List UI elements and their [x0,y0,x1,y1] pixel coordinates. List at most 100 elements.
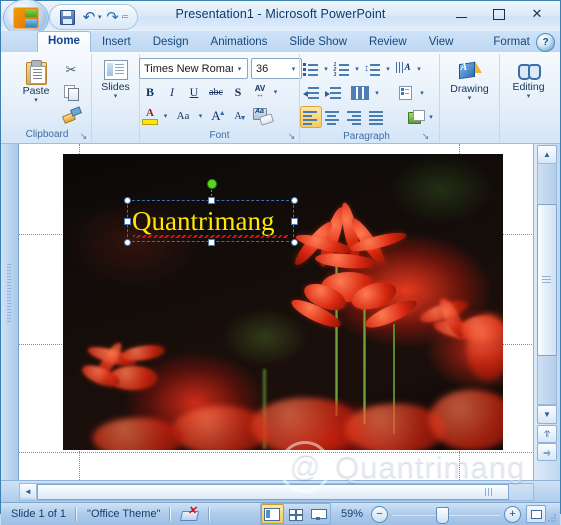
grow-font-button[interactable]: A ▲ [205,105,227,127]
view-normal-button[interactable] [260,504,284,524]
bullets-button[interactable] [300,58,322,80]
shrink-font-button[interactable]: A ▼ [227,105,249,127]
zoom-level-label[interactable]: 59% [333,508,371,520]
selected-textbox[interactable]: Quantrimang [124,179,298,246]
font-name-input[interactable]: Times New Roman ▾ [139,58,248,79]
tab-review[interactable]: Review [358,32,418,52]
help-icon[interactable]: ? [536,33,555,52]
close-button[interactable]: ✕ [518,3,556,25]
zoom-out-button[interactable]: − [371,505,388,523]
convert-smartart-dropdown-icon[interactable]: ▾ [427,113,436,121]
line-spacing-button[interactable]: ↕ [362,58,384,80]
font-name-dropdown-icon[interactable]: ▾ [233,65,246,73]
bold-button[interactable]: B [139,81,161,103]
handle-bottom-center[interactable] [208,239,215,246]
align-left-button[interactable] [299,106,322,128]
rotate-handle[interactable] [206,179,217,189]
scroll-left-button[interactable]: ◄ [20,484,37,498]
align-right-button[interactable] [344,106,366,128]
spellcheck-button[interactable]: ✕ [171,505,209,523]
cut-button[interactable]: ✂ [60,59,82,81]
copy-button[interactable] [60,81,82,103]
underline-button[interactable]: U [183,81,205,103]
convert-smartart-button[interactable] [405,106,427,128]
slide-canvas[interactable]: Quantrimang [63,154,503,450]
increase-indent-button[interactable] [322,82,344,104]
handle-top-center[interactable] [208,197,215,204]
view-sorter-button[interactable] [284,504,307,524]
align-text-button[interactable] [396,82,418,104]
slides-pane-collapsed[interactable] [1,144,19,480]
text-direction-button[interactable]: A [393,58,415,80]
tab-slide-show[interactable]: Slide Show [278,32,358,52]
format-painter-button[interactable] [60,103,82,125]
slides-dropdown-icon[interactable]: ▾ [114,93,118,100]
horizontal-scrollbar[interactable]: ◄ [19,483,534,501]
next-slide-button[interactable]: ⥤ [537,443,557,461]
handle-middle-right[interactable] [291,218,298,225]
scroll-down-button[interactable]: ▼ [537,405,557,424]
fit-to-window-button[interactable] [526,505,546,523]
tab-insert[interactable]: Insert [91,32,142,52]
character-spacing-dropdown-icon[interactable]: ▾ [271,88,280,96]
tab-format[interactable]: Format [482,32,540,52]
font-size-input[interactable]: 36 ▾ [251,58,302,79]
zoom-slider-thumb[interactable] [436,506,449,524]
resize-grip[interactable] [547,513,558,524]
maximize-button[interactable] [480,3,518,25]
numbering-dropdown-icon[interactable]: ▾ [353,65,362,73]
italic-button[interactable]: I [161,81,183,103]
align-text-dropdown-icon[interactable]: ▾ [418,89,427,97]
paste-dropdown-icon[interactable]: ▾ [34,97,38,104]
columns-dropdown-icon[interactable]: ▾ [373,89,382,97]
vscroll-thumb[interactable] [537,204,557,356]
handle-top-right[interactable] [291,197,298,204]
character-spacing-button[interactable]: AV ↔ [249,81,271,103]
ribbon: Paste ▾ ✂ Clipboard ↘ Slides ▾ Times New… [1,52,560,144]
previous-slide-button[interactable]: ⥣ [537,425,557,443]
font-dialog-launcher[interactable]: ↘ [286,131,297,142]
editing-dropdown-icon[interactable]: ▾ [527,93,531,100]
slide-count-label: Slide 1 of 1 [11,508,67,520]
columns-button[interactable] [347,82,373,104]
decrease-indent-button[interactable] [300,82,322,104]
paste-button[interactable]: Paste ▾ [12,58,60,106]
textbox-text[interactable]: Quantrimang [132,205,274,237]
change-case-dropdown-icon[interactable]: ▾ [196,112,205,120]
tab-animations[interactable]: Animations [200,32,279,52]
theme-label[interactable]: "Office Theme" [77,505,170,523]
clear-formatting-button[interactable]: Aa [251,105,273,127]
handle-middle-left[interactable] [124,218,131,225]
editing-button[interactable]: Editing ▾ [505,58,553,102]
slides-button[interactable]: Slides ▾ [92,58,140,102]
zoom-in-button[interactable]: + [504,505,521,523]
bullets-dropdown-icon[interactable]: ▾ [322,65,331,73]
strikethrough-button[interactable]: abc [205,81,227,103]
handle-bottom-left[interactable] [124,239,131,246]
zoom-slider[interactable] [392,506,500,524]
justify-button[interactable] [366,106,388,128]
drawing-button[interactable]: A Drawing ▾ [446,58,494,104]
handle-top-left[interactable] [124,197,131,204]
tab-design[interactable]: Design [142,32,200,52]
text-shadow-button[interactable]: S [227,81,249,103]
paragraph-dialog-launcher[interactable]: ↘ [420,131,431,142]
line-spacing-dropdown-icon[interactable]: ▾ [384,65,393,73]
font-color-button[interactable]: A [139,105,161,127]
align-center-button[interactable] [322,106,344,128]
tab-home[interactable]: Home [37,31,91,52]
drawing-dropdown-icon[interactable]: ▾ [468,95,472,102]
slide-editing-area[interactable]: Quantrimang [19,144,534,480]
tab-view[interactable]: View [418,32,465,52]
handle-bottom-right[interactable] [291,239,298,246]
hscroll-thumb[interactable] [37,484,509,500]
minimize-button[interactable] [442,3,480,25]
scroll-up-button[interactable]: ▲ [537,145,557,164]
numbering-button[interactable]: 1 2 3 [331,58,353,80]
vertical-scrollbar[interactable]: ▲ ▼ ⥣ ⥤ [533,144,560,480]
change-case-button[interactable]: Aa [170,105,196,127]
text-direction-dropdown-icon[interactable]: ▾ [415,65,424,73]
font-color-dropdown-icon[interactable]: ▾ [161,112,170,120]
view-slideshow-button[interactable] [307,504,330,524]
clipboard-dialog-launcher[interactable]: ↘ [78,131,89,142]
